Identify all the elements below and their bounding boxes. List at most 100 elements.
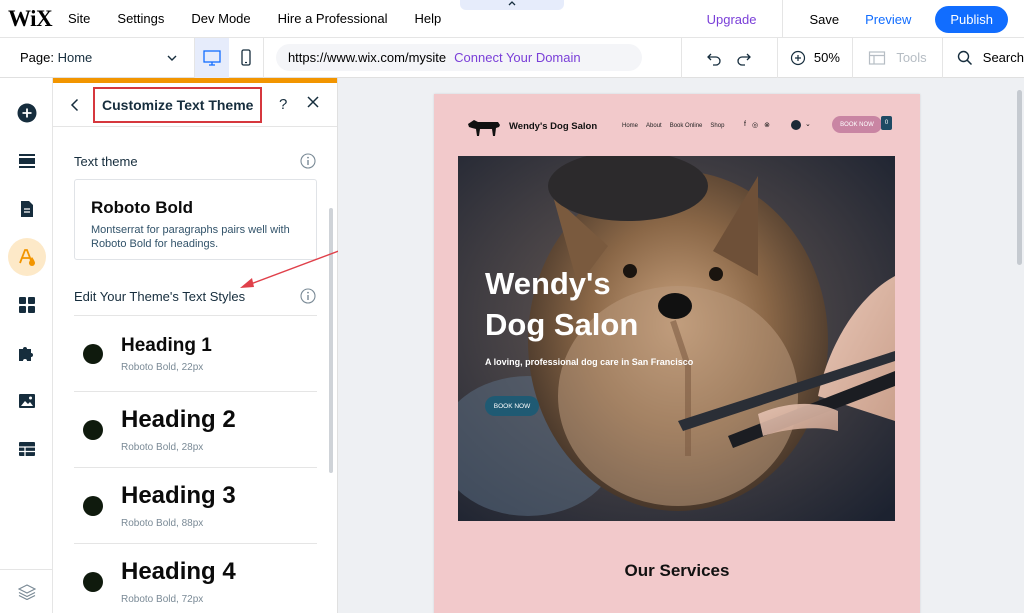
menu-hire-professional[interactable]: Hire a Professional [278,11,388,26]
table-icon [18,442,35,456]
hero-subtitle: A loving, professional dog care in San F… [485,357,694,367]
hero-image[interactable]: Wendy's Dog Salon A loving, professional… [458,156,895,521]
search-button[interactable]: Search [941,37,1024,78]
tools-button[interactable]: Tools [852,37,942,78]
add-circle-icon [17,103,36,123]
undo-icon[interactable] [705,50,723,66]
zoom-level: 50% [813,50,840,65]
collapse-topbar-button[interactable] [460,0,564,10]
menu-dev-mode[interactable]: Dev Mode [191,11,250,26]
menu-settings[interactable]: Settings [117,11,164,26]
media-button[interactable] [0,381,53,421]
pinterest-icon[interactable]: ⊗ [764,121,770,129]
theme-name: Roboto Bold [91,198,193,217]
text-style-heading-1[interactable]: Heading 1 Roboto Bold, 22px [74,316,317,391]
divider [782,0,784,38]
desktop-view-button[interactable] [195,37,230,78]
page-icon [20,201,33,217]
zoom-control[interactable]: 50% [776,37,853,78]
panel-header: Customize Text Theme ? [53,83,337,127]
facebook-icon[interactable]: f [744,121,746,129]
text-style-heading-2[interactable]: Heading 2 Roboto Bold, 28px [74,392,317,467]
site-nav: Home About Book Online Shop [622,123,724,129]
book-now-button[interactable]: BOOK NOW [832,116,882,133]
page-label: Page: [20,50,54,65]
left-rail [0,78,53,613]
menu-help[interactable]: Help [414,11,441,26]
site-design-button[interactable] [0,237,53,277]
active-indicator [7,238,46,276]
help-button[interactable]: ? [279,96,287,113]
desktop-icon [203,49,221,66]
add-elements-button[interactable] [0,93,53,133]
editor-canvas[interactable]: Wendy's Dog Salon Home About Book Online… [338,78,1024,613]
pages-menu-button[interactable] [0,189,53,229]
layers-icon [17,583,36,600]
site-nav-home[interactable]: Home [622,123,638,129]
editor-toolbar: Page: Home https://www.wix.com/mysite Co… [0,37,1024,78]
apps-grid-icon [18,297,35,313]
chevron-up-icon [508,1,516,6]
cms-button[interactable] [0,429,53,469]
mobile-icon [241,48,251,66]
color-dot [83,344,103,364]
url-area: https://www.wix.com/mysite Connect Your … [262,37,681,78]
add-section-button[interactable] [0,141,53,181]
avatar[interactable] [791,120,801,130]
connect-domain-link[interactable]: Connect Your Domain [454,50,580,65]
hero-book-now-button[interactable]: BOOK NOW [485,396,539,416]
site-nav-book-online[interactable]: Book Online [670,123,703,129]
mobile-view-button[interactable] [229,38,263,78]
zoom-in-icon [790,50,805,65]
cart-icon[interactable]: 0 [881,116,892,130]
hero-title-line-1: Wendy's [485,266,611,301]
info-icon[interactable] [300,153,316,169]
text-theme-icon [18,249,35,266]
publish-button[interactable]: Publish [935,5,1008,33]
instagram-icon[interactable]: ◎ [752,121,758,129]
page-selector[interactable]: Page: Home [0,37,196,78]
preview-button[interactable]: Preview [865,12,911,27]
text-style-heading-3[interactable]: Heading 3 Roboto Bold, 88px [74,468,317,543]
business-tools-button[interactable] [0,333,53,373]
site-preview[interactable]: Wendy's Dog Salon Home About Book Online… [434,94,920,613]
search-label: Search [982,50,1024,65]
sections-icon [18,154,35,168]
add-apps-button[interactable] [0,285,53,325]
site-url: https://www.wix.com/mysite [287,50,447,65]
menu-site[interactable]: Site [68,11,90,26]
undo-redo-group [681,37,777,78]
url-bar[interactable]: https://www.wix.com/mysite Connect Your … [275,44,642,71]
style-name: Heading 1 [121,335,212,356]
redo-icon[interactable] [735,50,753,66]
hero-title: Wendy's Dog Salon [485,263,638,345]
wix-logo[interactable]: WiX [8,6,68,32]
style-meta: Roboto Bold, 28px [121,442,204,453]
chevron-left-icon [70,98,79,111]
tools-label: Tools [896,50,927,65]
site-name: Wendy's Dog Salon [509,121,598,132]
color-dot [83,420,103,440]
back-button[interactable] [57,98,93,112]
page-value: Home [57,50,93,65]
upgrade-link[interactable]: Upgrade [707,12,757,27]
services-heading: Our Services [624,561,730,580]
site-nav-about[interactable]: About [646,123,662,129]
image-icon [18,394,35,408]
style-name: Heading 4 [121,558,236,585]
site-header[interactable]: Wendy's Dog Salon Home About Book Online… [434,94,920,154]
canvas-scrollbar[interactable] [1017,90,1022,265]
style-meta: Roboto Bold, 72px [121,594,204,605]
customize-text-theme-panel: Customize Text Theme ? Text theme Roboto… [53,78,338,613]
dog-logo-icon [468,120,500,136]
site-nav-shop[interactable]: Shop [710,123,724,129]
edit-styles-label: Edit Your Theme's Text Styles [74,289,246,304]
style-name: Heading 2 [121,406,236,433]
layers-button[interactable] [0,569,53,613]
chevron-down-icon [167,55,177,61]
puzzle-icon [18,347,33,361]
style-meta: Roboto Bold, 22px [121,362,204,373]
close-icon[interactable] [307,96,319,108]
save-button[interactable]: Save [809,12,839,27]
text-style-heading-4[interactable]: Heading 4 Roboto Bold, 72px [74,544,317,613]
